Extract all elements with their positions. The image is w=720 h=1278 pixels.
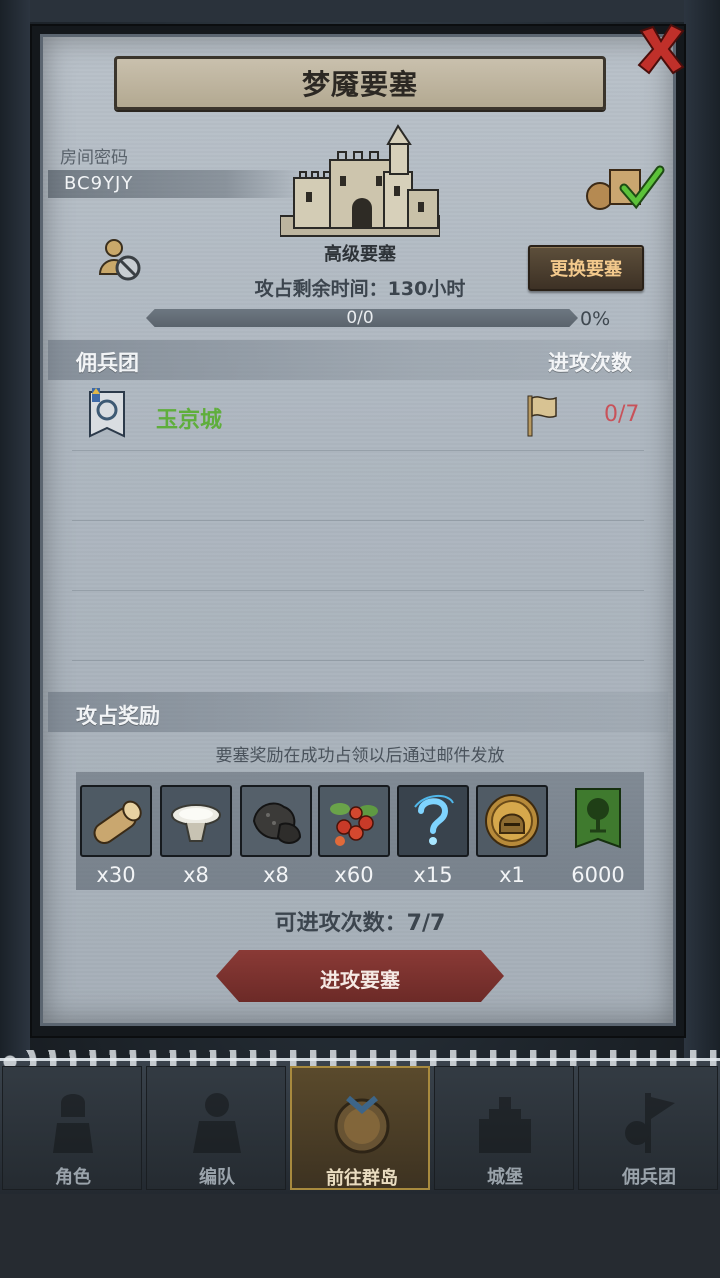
mercenary-section-title: 佣兵团 bbox=[76, 351, 139, 375]
knight-helmet-coin-icon bbox=[485, 794, 539, 848]
mercenary-banner-icon bbox=[625, 1093, 675, 1153]
nav-tab-label: 角色 bbox=[55, 1167, 91, 1188]
room-code-value: BC9YJY bbox=[64, 173, 134, 194]
row-divider bbox=[72, 520, 644, 521]
reward-item[interactable]: x60 bbox=[318, 785, 390, 887]
nav-tab-formation[interactable]: 编队 bbox=[146, 1066, 286, 1190]
remaining-attacks-text: 可进攻次数：7/7 bbox=[274, 911, 446, 936]
nav-tab-character[interactable]: 角色 bbox=[2, 1066, 142, 1190]
attack-fortress-label: 进攻要塞 bbox=[320, 968, 400, 992]
capture-progress-text: 0/0 bbox=[346, 308, 374, 328]
knight-icon bbox=[53, 1094, 93, 1153]
guild-attack-count: 0/7 bbox=[604, 402, 640, 427]
guild-emblem-icon bbox=[89, 388, 125, 438]
reward-count: x60 bbox=[334, 863, 374, 887]
nav-tab-label: 前往群岛 bbox=[326, 1168, 398, 1189]
attack-fortress-button[interactable]: 进攻要塞 bbox=[216, 950, 504, 1002]
snow-trim bbox=[0, 1050, 720, 1066]
supply-bag-check-icon[interactable] bbox=[584, 162, 666, 212]
row-divider bbox=[72, 660, 644, 661]
mystery-question-icon bbox=[414, 795, 454, 845]
reward-mail-note: 要塞奖励在成功占领以后通过邮件发放 bbox=[215, 746, 505, 766]
capture-progress-percent: 0% bbox=[580, 308, 611, 330]
nav-tab-label: 编队 bbox=[199, 1167, 235, 1188]
bottom-floor bbox=[0, 1194, 720, 1278]
wood-log-icon bbox=[93, 800, 142, 845]
title-banner: 梦魇要塞 bbox=[114, 56, 606, 110]
change-fortress-label: 更换要塞 bbox=[550, 259, 622, 280]
user-blocked-icon[interactable] bbox=[96, 236, 142, 282]
reward-item[interactable]: x8 bbox=[240, 785, 312, 887]
background-left-edge bbox=[0, 0, 30, 1060]
room-code-label: 房间密码 bbox=[60, 148, 128, 168]
reward-icon-box bbox=[80, 785, 152, 857]
rewards-section-title: 攻占奖励 bbox=[76, 704, 160, 728]
flag-icon[interactable] bbox=[524, 392, 560, 438]
nav-tab-label: 城堡 bbox=[487, 1167, 523, 1188]
reward-count: x15 bbox=[413, 863, 453, 887]
reward-icon-box bbox=[476, 785, 548, 857]
reward-item[interactable]: x1 bbox=[476, 785, 548, 887]
reward-count: x8 bbox=[263, 863, 289, 887]
row-divider bbox=[72, 590, 644, 591]
guild-name: 玉京城 bbox=[156, 408, 223, 433]
background-right-edge bbox=[684, 0, 720, 1060]
close-button[interactable] bbox=[630, 18, 692, 80]
compass-globe-icon bbox=[334, 1095, 390, 1154]
armored-soldier-icon bbox=[193, 1093, 241, 1153]
reward-item[interactable]: x30 bbox=[80, 785, 152, 887]
castle-icon bbox=[479, 1097, 531, 1153]
reward-count: x1 bbox=[499, 863, 525, 887]
reward-item[interactable]: x15 bbox=[397, 785, 469, 887]
top-status-bar bbox=[0, 0, 720, 22]
reward-item[interactable]: x8 bbox=[160, 785, 232, 887]
close-icon bbox=[637, 23, 685, 75]
dialog-title: 梦魇要塞 bbox=[301, 68, 418, 101]
reward-icon-box bbox=[160, 785, 232, 857]
nav-tab-mercenary[interactable]: 佣兵团 bbox=[578, 1066, 718, 1190]
fortress-castle-icon bbox=[280, 124, 440, 237]
reward-count: x8 bbox=[183, 863, 209, 887]
reward-icon-box bbox=[318, 785, 390, 857]
reward-icon-box bbox=[240, 785, 312, 857]
change-fortress-button[interactable]: 更换要塞 bbox=[528, 245, 644, 291]
ore-rock-icon bbox=[252, 802, 302, 844]
reward-icon-box bbox=[562, 785, 634, 857]
nav-tab-castle[interactable]: 城堡 bbox=[434, 1066, 574, 1190]
reward-count: x30 bbox=[96, 863, 136, 887]
remaining-time-text: 攻占剩余时间：130小时 bbox=[254, 278, 466, 300]
nav-tab-label: 佣兵团 bbox=[622, 1167, 676, 1188]
row-divider bbox=[72, 450, 644, 451]
nav-tab-islands[interactable]: 前往群岛 bbox=[290, 1066, 430, 1190]
tree-banner-icon bbox=[575, 788, 621, 849]
berries-icon bbox=[330, 803, 378, 846]
attacks-column-header: 进攻次数 bbox=[548, 351, 632, 375]
fortress-level-label: 高级要塞 bbox=[324, 244, 396, 265]
reward-item[interactable]: 6000 bbox=[562, 785, 634, 887]
reward-count: 6000 bbox=[571, 863, 625, 887]
flour-bowl-icon bbox=[171, 804, 221, 842]
reward-icon-box bbox=[397, 785, 469, 857]
table-row[interactable]: 玉京城 0/7 bbox=[48, 382, 668, 448]
